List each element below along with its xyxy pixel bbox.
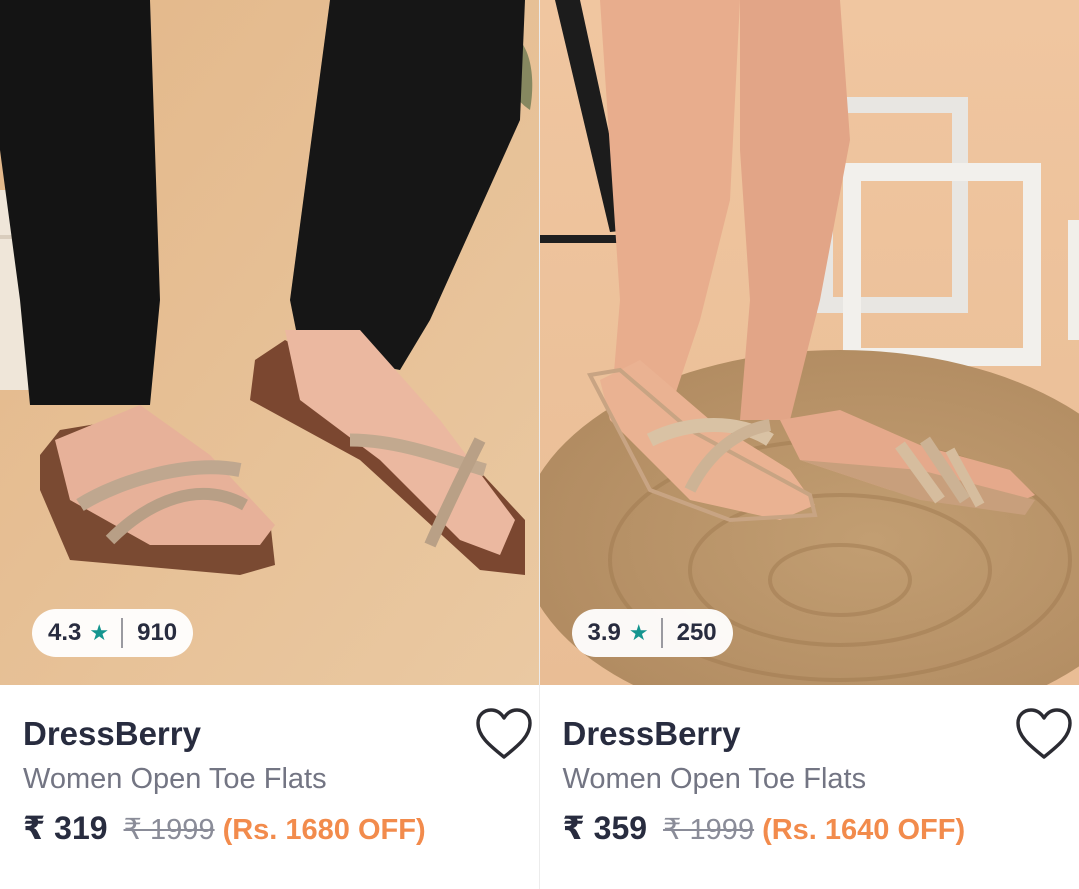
selling-price: ₹ 319 xyxy=(23,810,108,846)
rating-badge: 3.9 ★ 250 xyxy=(571,609,733,657)
product-title: Women Open Toe Flats xyxy=(23,763,327,795)
star-icon: ★ xyxy=(89,620,110,645)
wishlist-button[interactable] xyxy=(1015,707,1073,761)
heart-icon[interactable] xyxy=(1015,707,1073,761)
divider xyxy=(121,618,124,648)
product-title: Women Open Toe Flats xyxy=(562,763,867,795)
heart-icon[interactable] xyxy=(475,707,533,761)
original-price: ₹ 1999 xyxy=(123,814,215,846)
product-info[interactable]: DressBerry Women Open Toe Flats ₹ 359 ₹ … xyxy=(539,685,1079,889)
product-brand: DressBerry xyxy=(23,715,201,752)
product-info[interactable]: DressBerry Women Open Toe Flats ₹ 319 ₹ … xyxy=(0,685,539,889)
rating-badge: 4.3 ★ 910 xyxy=(32,609,194,657)
product-image[interactable] xyxy=(539,0,1079,685)
product-card[interactable]: 4.3 ★ 910 DressBerry Women Open Toe Flat… xyxy=(0,0,539,889)
rating-value: 4.3 xyxy=(48,619,82,646)
product-grid: 4.3 ★ 910 DressBerry Women Open Toe Flat… xyxy=(0,0,1079,889)
discount-label: (Rs. 1680 OFF) xyxy=(222,814,426,846)
rating-count: 250 xyxy=(676,619,717,646)
selling-price: ₹ 359 xyxy=(562,810,648,846)
price-row: ₹ 359 ₹ 1999 (Rs. 1640 OFF) xyxy=(563,809,966,847)
original-price: ₹ 1999 xyxy=(663,814,755,846)
rating-value: 3.9 xyxy=(587,619,621,646)
rating-count: 910 xyxy=(137,619,178,646)
wishlist-button[interactable] xyxy=(475,707,533,761)
price-row: ₹ 319 ₹ 1999 (Rs. 1680 OFF) xyxy=(23,809,426,847)
product-brand: DressBerry xyxy=(562,715,741,752)
product-card[interactable]: 3.9 ★ 250 DressBerry Women Open Toe Flat… xyxy=(538,0,1079,889)
product-image[interactable] xyxy=(0,0,539,685)
divider xyxy=(660,618,663,648)
star-icon: ★ xyxy=(628,620,649,645)
discount-label: (Rs. 1640 OFF) xyxy=(762,814,966,846)
